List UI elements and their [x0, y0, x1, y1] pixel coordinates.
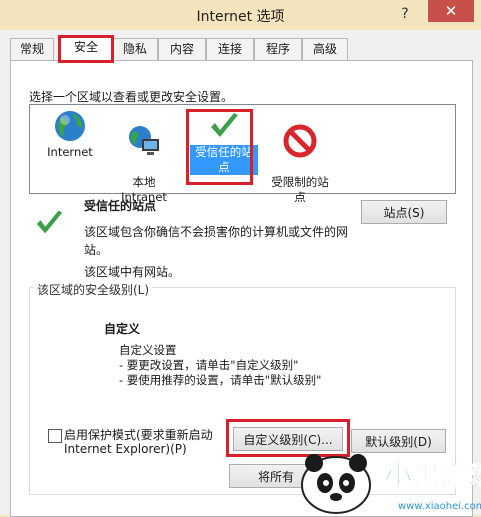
close-button[interactable]: ✕	[428, 0, 474, 22]
tab-general[interactable]: 常规	[10, 38, 54, 60]
security-level-label: 该区域的安全级别(L)	[34, 281, 153, 298]
security-level-heading: 自定义	[104, 322, 141, 336]
help-button[interactable]: ?	[392, 4, 418, 24]
zone-restricted[interactable]: 受限制的站 点	[266, 109, 334, 205]
protected-mode-label-line2: Internet Explorer)(P)	[64, 442, 187, 456]
zone-prompt: 选择一个区域以查看或更改安全设置。	[29, 90, 234, 104]
zone-description-line2: 站。	[84, 243, 109, 257]
tab-content[interactable]: 内容	[158, 38, 206, 60]
tab-connections[interactable]: 连接	[206, 38, 254, 60]
security-level-line1: 自定义设置	[119, 343, 177, 357]
trusted-zone-icon	[36, 210, 63, 234]
zone-internet-label: Internet	[47, 145, 93, 159]
protected-mode-label-line1: 启用保护模式(要求重新启动	[64, 428, 213, 442]
tab-advanced[interactable]: 高级	[302, 38, 348, 60]
zone-internet[interactable]: Internet	[36, 109, 104, 160]
title-bar[interactable]: Internet 选项 ? ✕	[0, 0, 481, 30]
zone-note: 该区域中有网站。	[84, 265, 181, 279]
tab-programs[interactable]: 程序	[254, 38, 302, 60]
protected-mode-checkbox[interactable]	[48, 429, 62, 443]
forbidden-icon	[283, 124, 317, 158]
watermark-logo: 小黑游戏 www.xiaohei.com	[301, 454, 481, 514]
zone-intranet[interactable]: 本地 Intranet	[110, 109, 178, 205]
zone-title: 受信任的站点	[84, 199, 157, 213]
sites-button[interactable]: 站点(S)	[361, 200, 447, 224]
tab-privacy[interactable]: 隐私	[112, 38, 158, 60]
tab-highlight-box	[58, 35, 114, 63]
intranet-icon	[129, 126, 159, 155]
security-level-line2: - 要更改设置，请单击"自定义级别"	[119, 358, 299, 372]
security-level-line3: - 要使用推荐的设置，请单击"默认级别"	[119, 373, 322, 387]
zone-description-line1: 该区域包含你确信不会损害你的计算机或文件的网	[84, 225, 349, 239]
watermark-url: www.xiaohei.com	[398, 501, 481, 512]
watermark-text: 小黑游戏	[384, 459, 481, 492]
globe-icon	[55, 111, 85, 141]
zone-restricted-label: 受限制的站 点	[271, 175, 329, 204]
zone-highlight-box	[186, 109, 253, 185]
